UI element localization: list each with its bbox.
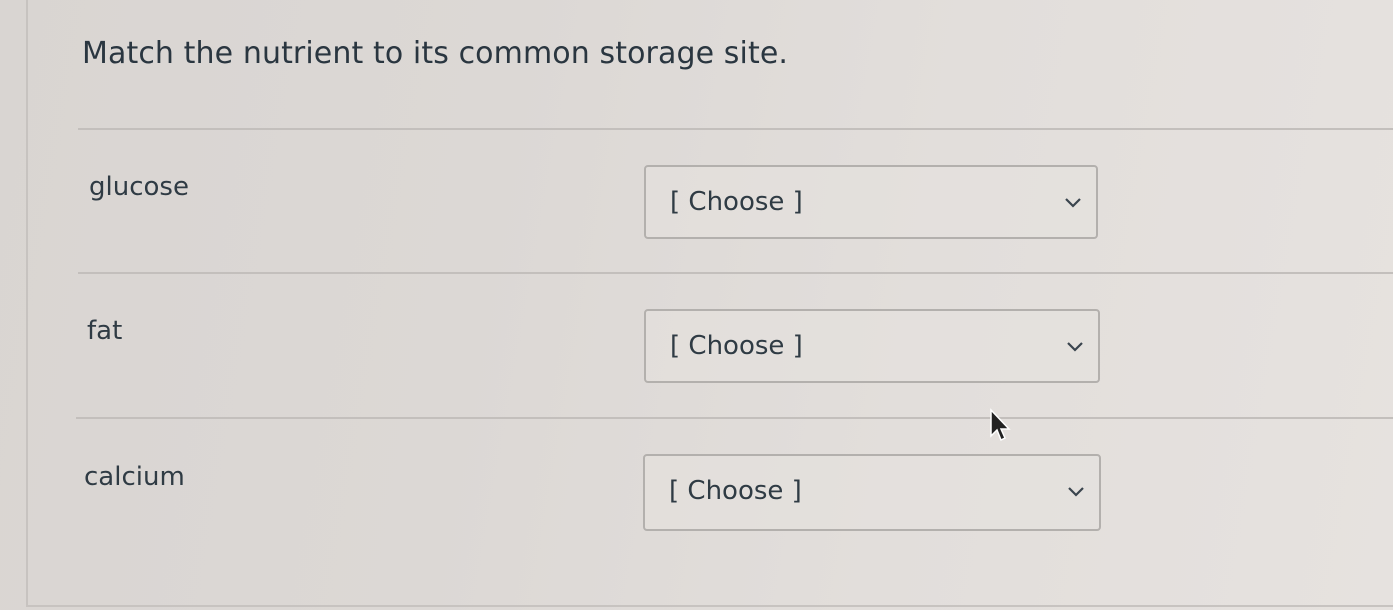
match-select-calcium[interactable]: [ Choose ]: [643, 454, 1101, 531]
chevron-down-icon: [1065, 198, 1081, 208]
select-value: [ Choose ]: [670, 331, 803, 361]
match-select-glucose[interactable]: [ Choose ]: [644, 165, 1098, 239]
mouse-cursor-icon: [990, 408, 1011, 442]
question-text: Match the nutrient to its common storage…: [82, 36, 789, 71]
divider: [78, 272, 1393, 274]
select-value: [ Choose ]: [669, 476, 802, 506]
divider: [76, 417, 1393, 419]
match-row-label-calcium: calcium: [84, 462, 185, 492]
chevron-down-icon: [1068, 487, 1084, 497]
match-select-fat[interactable]: [ Choose ]: [644, 309, 1100, 383]
select-value: [ Choose ]: [670, 187, 803, 217]
chevron-down-icon: [1067, 342, 1083, 352]
match-row-label-fat: fat: [87, 316, 123, 346]
match-row-label-glucose: glucose: [89, 172, 189, 202]
divider: [78, 128, 1393, 130]
